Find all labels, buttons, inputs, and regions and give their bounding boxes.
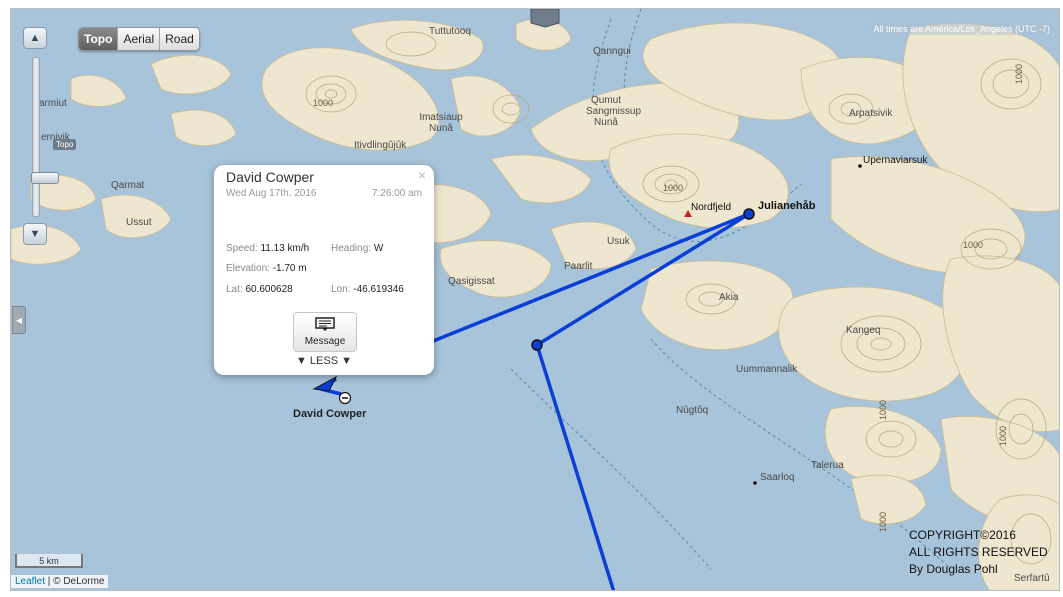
popup-date: Wed Aug 17th, 2016 xyxy=(226,188,317,199)
elevation-label: 1000 xyxy=(663,183,684,193)
place-tuttutooq: Tuttutooq xyxy=(429,26,471,37)
copyright-notice: COPYRIGHT©2016 ALL RIGHTS RESERVED By Do… xyxy=(909,527,1048,578)
map-type-switch: Topo Aerial Road xyxy=(78,27,200,51)
triangle-up-icon: ▲ xyxy=(29,32,41,44)
zoom-slider-track[interactable] xyxy=(31,57,59,217)
map-canvas[interactable]: Tuttutooq Qanngui Qumut Sangmissup Nunâ … xyxy=(10,8,1060,591)
place-paarlit: Paarlit xyxy=(564,261,593,272)
copyright-line: ALL RIGHTS RESERVED xyxy=(909,545,1048,559)
elevation-label: 1000 xyxy=(878,511,889,533)
attribution: Leaflet | © DeLorme xyxy=(11,575,109,588)
message-label: Message xyxy=(304,336,346,347)
elevation-label: 1000 xyxy=(998,425,1009,447)
copyright-line: COPYRIGHT©2016 xyxy=(909,528,1016,542)
place-nordfjeld: Nordfjeld xyxy=(691,202,732,213)
zoom-tooltip: Topo xyxy=(53,139,77,150)
place-saarloq: Saarloq xyxy=(760,472,795,483)
chevron-left-icon: ◀ xyxy=(15,315,23,325)
place-qumut: Qumut Sangmissup Nunâ xyxy=(586,95,642,128)
popup-time: 7:26:00 am xyxy=(371,188,422,199)
place-kangeq: Kangeq xyxy=(846,325,881,336)
place-talerua: Talerua xyxy=(811,460,844,471)
side-panel-toggle[interactable]: ◀ xyxy=(12,306,26,334)
place-upernaviarsuk: Upernaviarsuk xyxy=(863,155,928,166)
popup-elevation: Elevation: -1.70 m xyxy=(226,263,307,274)
map-frame: Tuttutooq Qanngui Qumut Sangmissup Nunâ … xyxy=(0,0,1063,597)
timezone-note: All times are America/Los_Angeles (UTC -… xyxy=(870,23,1053,35)
popup-name: David Cowper xyxy=(226,169,314,185)
popup-heading: Heading: W xyxy=(331,243,384,254)
map-type-topo[interactable]: Topo xyxy=(79,28,118,50)
place-akia: Akia xyxy=(719,292,739,303)
elevation-label: 1000 xyxy=(313,98,334,108)
popup-lat: Lat: 60.600628 xyxy=(226,284,293,295)
place-qanngui: Qanngui xyxy=(593,46,631,57)
zoom-slider-handle[interactable] xyxy=(31,172,59,184)
place-itivdlingujuk: Itivdlingûjûk xyxy=(354,140,407,151)
message-icon xyxy=(315,317,335,331)
message-button[interactable]: Message xyxy=(293,312,357,352)
place-imatsiaup: Imatsiaup Nunâ xyxy=(419,112,463,134)
elevation-label: 1000 xyxy=(1014,63,1025,85)
terrain-layer xyxy=(11,9,1059,590)
tracker-popup: × David Cowper Wed Aug 17th, 2016 7:26:0… xyxy=(214,165,434,375)
place-ussut: Ussut xyxy=(126,217,152,228)
zoom-control: ▲ Topo ▼ xyxy=(23,27,77,257)
elevation-label: 1000 xyxy=(963,240,984,250)
place-nugtoq: Nûgtôq xyxy=(676,405,709,416)
place-qarmat: Qarmat xyxy=(111,180,145,191)
popup-speed: Speed: 11.13 km/h xyxy=(226,243,310,254)
triangle-down-icon: ▼ xyxy=(29,228,41,240)
place-qasigissat: Qasigissat xyxy=(448,276,495,287)
close-icon[interactable]: × xyxy=(418,167,426,183)
tracker-label: David Cowper xyxy=(293,408,367,420)
less-toggle[interactable]: ▼ LESS ▼ xyxy=(214,355,434,367)
popup-lon: Lon: -46.619346 xyxy=(331,284,404,295)
map-type-road[interactable]: Road xyxy=(159,28,199,50)
copyright-line: By Douglas Pohl xyxy=(909,562,998,576)
leaflet-link[interactable]: Leaflet xyxy=(15,576,45,587)
map-type-aerial[interactable]: Aerial xyxy=(117,28,160,50)
place-julianehab: Julianehåb xyxy=(758,200,816,212)
scale-bar: 5 km xyxy=(15,554,83,568)
zoom-out-button[interactable]: ▼ xyxy=(23,223,47,245)
zoom-in-button[interactable]: ▲ xyxy=(23,27,47,49)
place-uummannalik: Uummannalik xyxy=(736,364,798,375)
elevation-label: 1000 xyxy=(878,399,889,421)
place-usuk: Usuk xyxy=(607,236,630,247)
attribution-text: | © DeLorme xyxy=(45,576,105,587)
place-arpatsivik: Arpatsivik xyxy=(849,108,893,119)
